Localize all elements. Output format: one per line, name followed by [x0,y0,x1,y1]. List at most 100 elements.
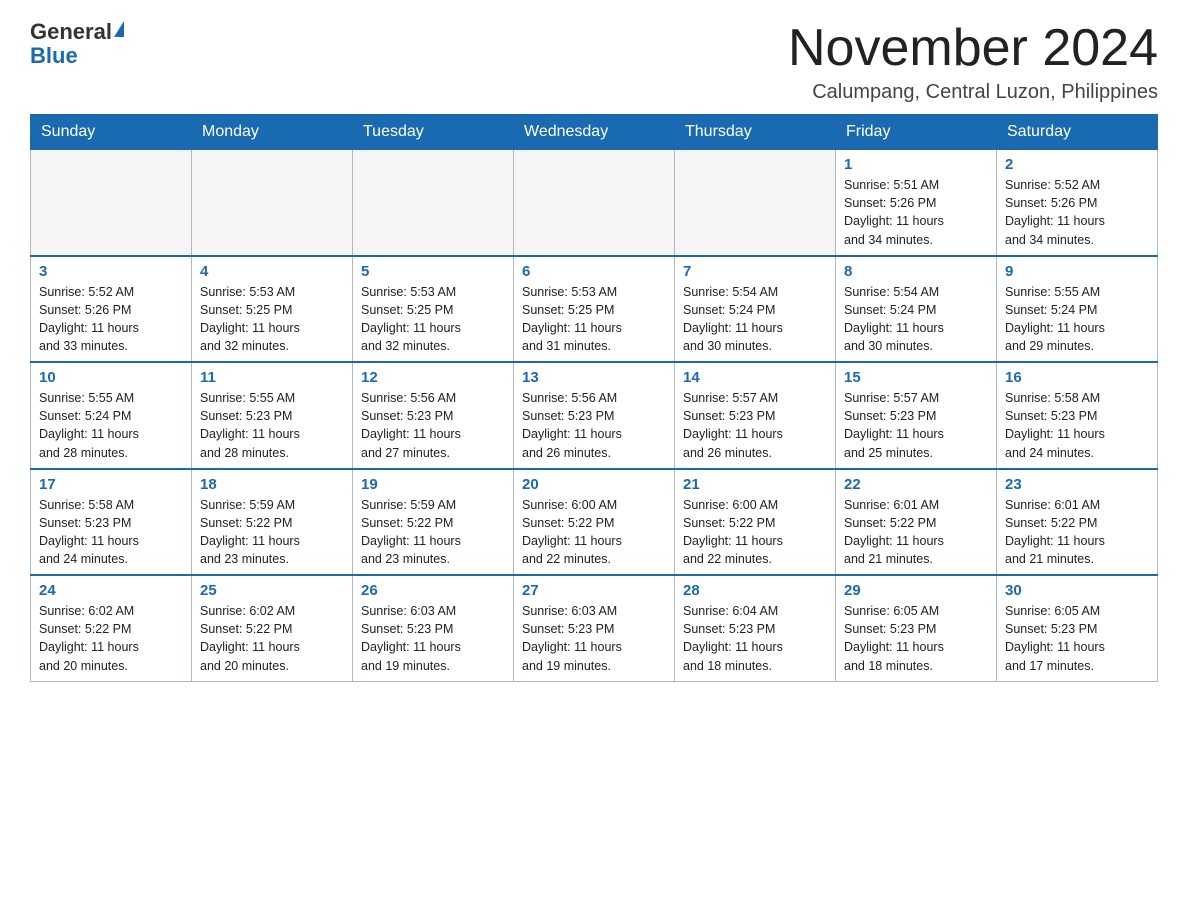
logo-blue-text: Blue [30,44,78,68]
calendar-week-3: 10Sunrise: 5:55 AM Sunset: 5:24 PM Dayli… [31,362,1158,469]
day-info: Sunrise: 5:59 AM Sunset: 5:22 PM Dayligh… [361,496,505,569]
day-number: 25 [200,582,344,599]
day-info: Sunrise: 5:53 AM Sunset: 5:25 PM Dayligh… [200,283,344,356]
header-day-friday: Friday [836,115,997,150]
day-number: 30 [1005,582,1149,599]
day-info: Sunrise: 6:04 AM Sunset: 5:23 PM Dayligh… [683,602,827,675]
day-number: 9 [1005,263,1149,280]
day-number: 14 [683,369,827,386]
day-number: 6 [522,263,666,280]
calendar-cell: 27 Sunrise: 6:03 AM Sunset: 5:23 PM Dayli… [514,575,675,681]
calendar-cell: 3Sunrise: 5:52 AM Sunset: 5:26 PM Daylig… [31,256,192,363]
day-info: Sunrise: 5:53 AM Sunset: 5:25 PM Dayligh… [522,283,666,356]
day-number: 11 [200,369,344,386]
header-day-saturday: Saturday [997,115,1158,150]
calendar-cell: 14 Sunrise: 5:57 AM Sunset: 5:23 PM Dayli… [675,362,836,469]
calendar-cell: 29Sunrise: 6:05 AM Sunset: 5:23 PM Dayli… [836,575,997,681]
day-info: Sunrise: 6:01 AM Sunset: 5:22 PM Dayligh… [1005,496,1149,569]
day-info: Sunrise: 5:54 AM Sunset: 5:24 PM Dayligh… [683,283,827,356]
calendar-cell [31,150,192,256]
page-header: General Blue November 2024 Calumpang, Ce… [30,20,1158,104]
month-title: November 2024 [788,20,1158,77]
header-row: SundayMondayTuesdayWednesdayThursdayFrid… [31,115,1158,150]
header-day-wednesday: Wednesday [514,115,675,150]
day-info: Sunrise: 5:56 AM Sunset: 5:23 PM Dayligh… [361,389,505,462]
calendar-cell: 16 Sunrise: 5:58 AM Sunset: 5:23 PM Dayli… [997,362,1158,469]
day-number: 27 [522,582,666,599]
day-number: 24 [39,582,183,599]
location: Calumpang, Central Luzon, Philippines [788,81,1158,104]
day-info: Sunrise: 5:58 AM Sunset: 5:23 PM Dayligh… [1005,389,1149,462]
logo: General Blue [30,20,124,68]
calendar-cell: 30 Sunrise: 6:05 AM Sunset: 5:23 PM Dayli… [997,575,1158,681]
day-info: Sunrise: 5:54 AM Sunset: 5:24 PM Dayligh… [844,283,988,356]
calendar-cell: 26 Sunrise: 6:03 AM Sunset: 5:23 PM Dayli… [353,575,514,681]
calendar-cell: 17Sunrise: 5:58 AM Sunset: 5:23 PM Dayli… [31,469,192,576]
day-number: 23 [1005,476,1149,493]
day-info: Sunrise: 5:52 AM Sunset: 5:26 PM Dayligh… [1005,176,1149,249]
calendar-cell: 11 Sunrise: 5:55 AM Sunset: 5:23 PM Dayli… [192,362,353,469]
header-day-thursday: Thursday [675,115,836,150]
day-number: 20 [522,476,666,493]
day-number: 15 [844,369,988,386]
day-number: 28 [683,582,827,599]
calendar-cell: 20 Sunrise: 6:00 AM Sunset: 5:22 PM Dayli… [514,469,675,576]
header-day-monday: Monday [192,115,353,150]
day-number: 22 [844,476,988,493]
calendar-cell: 2 Sunrise: 5:52 AM Sunset: 5:26 PM Daylig… [997,150,1158,256]
day-info: Sunrise: 6:05 AM Sunset: 5:23 PM Dayligh… [1005,602,1149,675]
calendar-cell: 25 Sunrise: 6:02 AM Sunset: 5:22 PM Dayli… [192,575,353,681]
day-number: 7 [683,263,827,280]
calendar-header: SundayMondayTuesdayWednesdayThursdayFrid… [31,115,1158,150]
day-number: 26 [361,582,505,599]
day-info: Sunrise: 5:55 AM Sunset: 5:24 PM Dayligh… [39,389,183,462]
calendar-cell [675,150,836,256]
header-day-sunday: Sunday [31,115,192,150]
calendar-body: 1 Sunrise: 5:51 AM Sunset: 5:26 PM Daylig… [31,150,1158,682]
calendar-cell: 13Sunrise: 5:56 AM Sunset: 5:23 PM Dayli… [514,362,675,469]
day-info: Sunrise: 6:00 AM Sunset: 5:22 PM Dayligh… [522,496,666,569]
day-info: Sunrise: 5:56 AM Sunset: 5:23 PM Dayligh… [522,389,666,462]
day-number: 16 [1005,369,1149,386]
calendar-cell: 12 Sunrise: 5:56 AM Sunset: 5:23 PM Dayli… [353,362,514,469]
day-info: Sunrise: 6:00 AM Sunset: 5:22 PM Dayligh… [683,496,827,569]
calendar-cell: 1 Sunrise: 5:51 AM Sunset: 5:26 PM Daylig… [836,150,997,256]
calendar-cell [353,150,514,256]
calendar-cell: 15Sunrise: 5:57 AM Sunset: 5:23 PM Dayli… [836,362,997,469]
calendar-cell: 7 Sunrise: 5:54 AM Sunset: 5:24 PM Daylig… [675,256,836,363]
day-number: 5 [361,263,505,280]
day-info: Sunrise: 5:51 AM Sunset: 5:26 PM Dayligh… [844,176,988,249]
calendar-table: SundayMondayTuesdayWednesdayThursdayFrid… [30,114,1158,682]
calendar-cell: 5 Sunrise: 5:53 AM Sunset: 5:25 PM Daylig… [353,256,514,363]
day-info: Sunrise: 5:53 AM Sunset: 5:25 PM Dayligh… [361,283,505,356]
day-info: Sunrise: 6:03 AM Sunset: 5:23 PM Dayligh… [361,602,505,675]
day-info: Sunrise: 5:55 AM Sunset: 5:23 PM Dayligh… [200,389,344,462]
day-number: 8 [844,263,988,280]
day-number: 1 [844,156,988,173]
day-number: 3 [39,263,183,280]
calendar-cell: 22 Sunrise: 6:01 AM Sunset: 5:22 PM Dayli… [836,469,997,576]
calendar-cell: 28 Sunrise: 6:04 AM Sunset: 5:23 PM Dayli… [675,575,836,681]
day-number: 21 [683,476,827,493]
day-number: 19 [361,476,505,493]
day-info: Sunrise: 6:01 AM Sunset: 5:22 PM Dayligh… [844,496,988,569]
logo-general-text: General [30,20,112,44]
calendar-week-4: 17Sunrise: 5:58 AM Sunset: 5:23 PM Dayli… [31,469,1158,576]
day-number: 4 [200,263,344,280]
day-info: Sunrise: 5:57 AM Sunset: 5:23 PM Dayligh… [683,389,827,462]
day-info: Sunrise: 6:02 AM Sunset: 5:22 PM Dayligh… [200,602,344,675]
title-block: November 2024 Calumpang, Central Luzon, … [788,20,1158,104]
day-number: 12 [361,369,505,386]
calendar-cell: 9Sunrise: 5:55 AM Sunset: 5:24 PM Daylig… [997,256,1158,363]
calendar-cell: 19 Sunrise: 5:59 AM Sunset: 5:22 PM Dayli… [353,469,514,576]
calendar-cell: 6 Sunrise: 5:53 AM Sunset: 5:25 PM Daylig… [514,256,675,363]
calendar-cell: 18Sunrise: 5:59 AM Sunset: 5:22 PM Dayli… [192,469,353,576]
calendar-cell: 10Sunrise: 5:55 AM Sunset: 5:24 PM Dayli… [31,362,192,469]
day-number: 18 [200,476,344,493]
day-number: 2 [1005,156,1149,173]
day-info: Sunrise: 5:58 AM Sunset: 5:23 PM Dayligh… [39,496,183,569]
day-info: Sunrise: 6:03 AM Sunset: 5:23 PM Dayligh… [522,602,666,675]
calendar-week-1: 1 Sunrise: 5:51 AM Sunset: 5:26 PM Daylig… [31,150,1158,256]
calendar-cell [192,150,353,256]
calendar-cell: 8 Sunrise: 5:54 AM Sunset: 5:24 PM Daylig… [836,256,997,363]
